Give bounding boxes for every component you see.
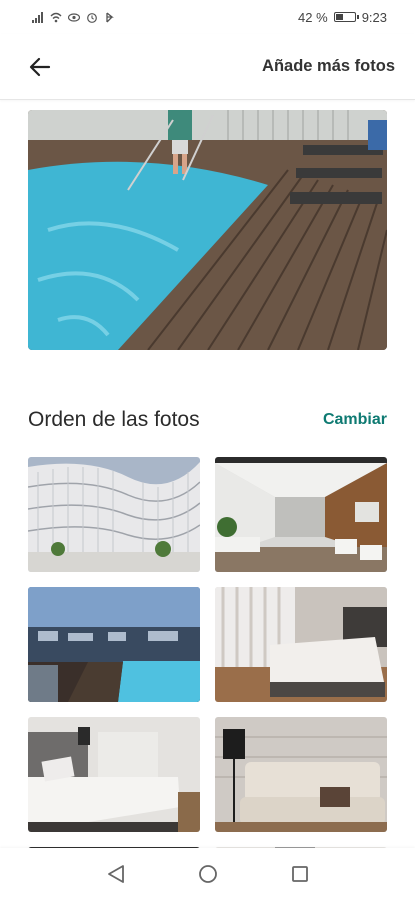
eye-icon (68, 12, 80, 22)
battery-percent: 42 % (298, 9, 328, 25)
bedroom-grey-photo (28, 717, 200, 832)
battery-icon (333, 12, 359, 22)
nav-back-button[interactable] (105, 863, 127, 885)
photo-tile[interactable] (215, 457, 387, 572)
photo-grid (28, 457, 387, 857)
pool-terrace-photo (28, 110, 387, 350)
photo-tile[interactable] (215, 587, 387, 702)
photo-tile[interactable] (215, 717, 387, 832)
data-icon (106, 11, 114, 22)
status-right: 42 % 9:23 (298, 10, 387, 25)
back-arrow-icon (29, 57, 51, 76)
clock: 9:23 (361, 9, 387, 25)
photo-tile[interactable] (28, 587, 200, 702)
add-more-photos-button[interactable]: Añade más fotos (262, 57, 395, 76)
corridor-photo (215, 457, 387, 572)
nav-home-button[interactable] (197, 863, 219, 885)
back-button[interactable] (26, 53, 54, 81)
circle-home-icon (198, 865, 217, 883)
alarm-icon (87, 12, 97, 23)
photo-tile[interactable] (28, 717, 200, 832)
top-app-bar: Añade más fotos (0, 34, 415, 100)
sofa-living-photo (215, 717, 387, 832)
triangle-back-icon (107, 865, 124, 883)
rooftop-pool-photo (28, 587, 200, 702)
system-nav-bar (0, 848, 415, 900)
status-icons (32, 11, 116, 23)
square-recents-icon (291, 866, 308, 882)
photo-tile[interactable] (28, 457, 200, 572)
signal-icon (32, 11, 43, 23)
photo-order-header: Orden de las fotos Cambiar (28, 400, 387, 440)
wifi-icon (50, 12, 62, 22)
cover-photo[interactable] (28, 110, 387, 350)
section-title: Orden de las fotos (28, 408, 200, 431)
nav-recents-button[interactable] (289, 863, 311, 885)
change-order-button[interactable]: Cambiar (323, 411, 387, 429)
building-facade-photo (28, 457, 200, 572)
bedroom-curtains-photo (215, 587, 387, 702)
status-bar: 42 % 9:23 (0, 0, 415, 34)
